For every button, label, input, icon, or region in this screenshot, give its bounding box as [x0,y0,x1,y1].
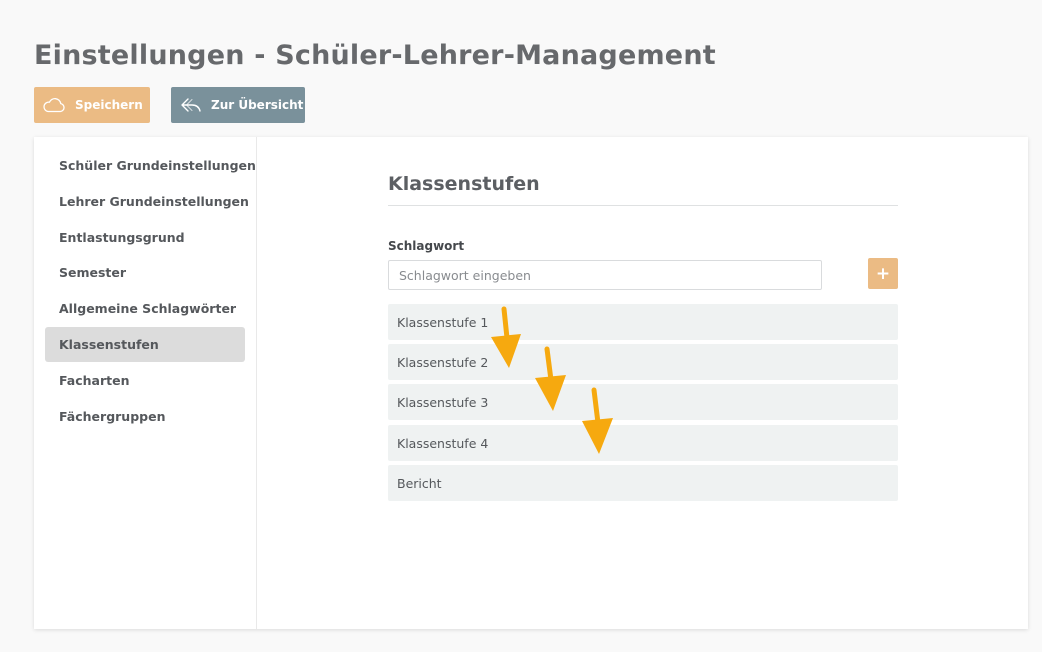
keyword-field-label: Schlagwort [388,239,465,253]
sidebar-item-semester[interactable]: Semester [45,255,245,290]
add-keyword-button[interactable]: + [868,258,898,289]
sidebar-item-schueler-grundeinstellungen[interactable]: Schüler Grundeinstellungen [45,148,256,183]
sidebar-item-facharten[interactable]: Facharten [45,363,245,398]
section-divider [388,205,898,206]
sidebar-item-allgemeine-schlagwoerter[interactable]: Allgemeine Schlagwörter [45,291,245,326]
back-button-label: Zur Übersicht [211,98,304,112]
section-title: Klassenstufen [388,173,540,195]
keyword-input[interactable] [388,260,822,290]
sidebar-item-entlastungsgrund[interactable]: Entlastungsgrund [45,220,245,255]
list-item-klassenstufe-4[interactable]: Klassenstufe 4 [388,425,898,461]
page-title: Einstellungen - Schüler-Lehrer-Managemen… [34,40,716,71]
list-item-klassenstufe-1[interactable]: Klassenstufe 1 [388,304,898,340]
list-item-klassenstufe-3[interactable]: Klassenstufe 3 [388,384,898,420]
settings-card: Schüler Grundeinstellungen Lehrer Grunde… [34,137,1028,629]
sidebar-item-klassenstufen[interactable]: Klassenstufen [45,327,245,362]
sidebar-item-lehrer-grundeinstellungen[interactable]: Lehrer Grundeinstellungen [45,184,249,219]
sidebar-item-faechergruppen[interactable]: Fächergruppen [45,399,245,434]
list-item-bericht[interactable]: Bericht [388,465,898,501]
cloud-icon [43,98,65,113]
save-button-label: Speichern [75,98,143,112]
settings-sidebar: Schüler Grundeinstellungen Lehrer Grunde… [34,137,257,629]
back-to-overview-button[interactable]: Zur Übersicht [171,87,305,123]
save-button[interactable]: Speichern [34,87,150,123]
list-item-klassenstufe-2[interactable]: Klassenstufe 2 [388,344,898,380]
reply-arrow-icon [181,98,201,112]
